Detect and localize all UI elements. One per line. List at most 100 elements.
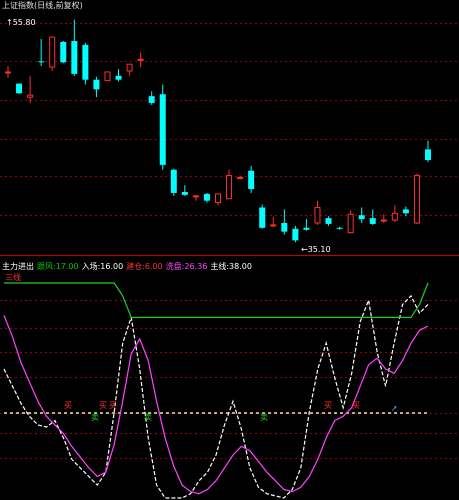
candle-body — [336, 227, 343, 229]
candle-body — [192, 195, 199, 198]
candle-body — [303, 227, 310, 230]
candle — [5, 66, 11, 78]
candle-body — [126, 63, 133, 72]
sell-signal-marker: 卖 — [91, 413, 99, 422]
candle — [27, 75, 34, 103]
candle — [126, 63, 133, 76]
candle — [413, 173, 420, 224]
candle-body — [402, 209, 409, 214]
legend-item: 主力进出 — [2, 262, 34, 271]
candle — [49, 36, 56, 71]
candle-body — [82, 44, 89, 80]
buy-signal-marker: 买 — [99, 401, 107, 410]
indicator-lines — [3, 282, 429, 499]
candle — [16, 83, 23, 95]
candle-body — [49, 36, 56, 68]
candle-body — [148, 96, 155, 103]
candle-body — [104, 71, 111, 82]
candle — [203, 192, 210, 203]
candle-body — [358, 215, 365, 220]
candle-body — [181, 191, 188, 195]
corner-label: 三线 — [5, 273, 21, 282]
buy-signal-marker: 买 — [324, 401, 332, 410]
candle — [192, 194, 199, 201]
candle — [226, 169, 233, 200]
candle-body — [314, 206, 321, 224]
candle-body — [71, 40, 78, 74]
candle-body — [215, 193, 221, 204]
candle-body — [325, 218, 332, 224]
candle — [159, 84, 166, 170]
candle-body — [159, 94, 166, 165]
up-arrow-icon: ↗ — [391, 404, 398, 413]
candle — [248, 165, 255, 193]
lower-panel-grid — [0, 300, 459, 459]
chart-title: 上证指数(日线,前复权) — [2, 1, 83, 10]
candle-body — [347, 213, 354, 234]
legend-item: 跟风:17.00 — [37, 262, 79, 271]
candle — [314, 200, 321, 225]
candle — [137, 52, 144, 68]
indicator-line — [3, 294, 429, 499]
sell-signal-marker: 卖 — [144, 413, 152, 422]
candle-body — [115, 75, 122, 80]
candle — [93, 76, 100, 98]
candle-body — [60, 41, 67, 63]
candlestick-series — [5, 19, 431, 243]
candle-body — [259, 207, 266, 228]
candle — [402, 206, 409, 217]
candle — [60, 40, 67, 64]
buy-signal-marker: 买 — [109, 401, 117, 410]
candle — [391, 205, 398, 222]
candle — [303, 219, 310, 231]
candle-body — [281, 222, 288, 232]
candle — [336, 226, 343, 230]
buy-signal-marker: 买 — [64, 401, 72, 410]
candle — [148, 91, 155, 105]
candle — [71, 19, 78, 76]
candle-body — [270, 224, 277, 227]
candle — [215, 193, 221, 206]
candle — [259, 204, 266, 229]
candle — [82, 42, 89, 85]
candle — [104, 71, 111, 82]
candle-body — [16, 83, 23, 94]
candle-body — [425, 149, 431, 161]
candle — [115, 69, 122, 82]
candle — [270, 217, 277, 227]
buy-signal-marker: 买 — [352, 401, 360, 410]
legend-item: 主线:38.00 — [210, 262, 252, 271]
candle-body — [226, 175, 233, 200]
candle — [325, 216, 332, 226]
candle-body — [5, 71, 11, 74]
candle-body — [38, 61, 45, 63]
candle — [369, 209, 376, 225]
candle-body — [27, 94, 34, 98]
sell-signal-marker: 卖 — [260, 413, 268, 422]
candle — [347, 210, 354, 234]
candle-body — [248, 170, 255, 190]
legend-item: 洗盘:26.36 — [165, 262, 208, 271]
candle-body — [391, 212, 398, 221]
legend-item: 入场:16.00 — [81, 262, 124, 271]
candle-body — [292, 228, 299, 241]
candle — [38, 39, 45, 67]
candle — [170, 168, 177, 196]
candle-body — [380, 219, 387, 222]
candle-body — [170, 169, 177, 193]
candle — [358, 207, 365, 223]
candle-body — [137, 58, 144, 61]
legend-item: 建仓:6.00 — [126, 262, 163, 271]
stock-chart: 买买买买买卖卖卖↗ — [0, 19, 459, 499]
candle-body — [93, 79, 100, 90]
candle — [181, 185, 188, 196]
candle — [425, 140, 431, 162]
low-price-label: ←35.10 — [301, 245, 331, 254]
candle — [281, 209, 288, 235]
candle-body — [203, 193, 210, 201]
candle — [292, 225, 299, 243]
candle-body — [369, 218, 376, 224]
high-price-label: ↑55.80 — [6, 18, 36, 27]
indicator-legend: 主力进出 跟风:17.00 入场:16.00 建仓:6.00 洗盘:26.36 主线:38… — [2, 262, 255, 271]
candle-body — [413, 175, 420, 224]
